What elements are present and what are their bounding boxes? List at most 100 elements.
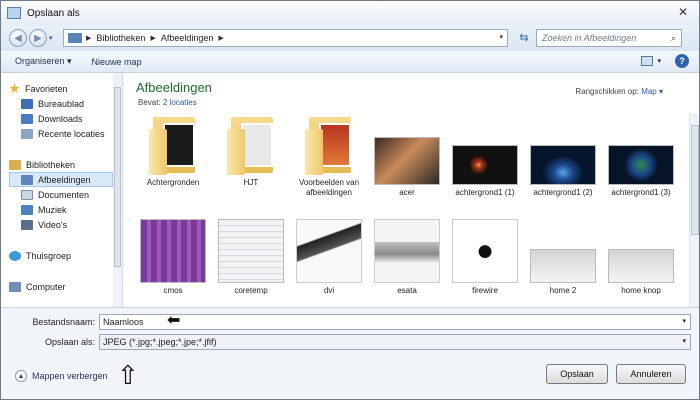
item-label: coretemp — [234, 286, 268, 295]
sidebar-item-bureaublad[interactable]: Bureaublad — [21, 96, 84, 111]
sidebar-item-thuisgroep[interactable]: Thuisgroep — [9, 248, 71, 263]
item-label: esata — [397, 286, 417, 295]
arrange-dropdown[interactable]: Map ▾ — [641, 87, 663, 96]
item-label: dvi — [323, 286, 335, 295]
sidebar-item-computer[interactable]: Computer — [9, 279, 66, 294]
new-folder-button[interactable]: Nieuwe map — [92, 57, 142, 67]
folder-item[interactable]: Voorbeelden van afbeeldingen — [292, 117, 366, 198]
close-icon[interactable]: ✕ — [675, 4, 691, 20]
savetype-select[interactable]: JPEG (*.jpg;*.jpeg;*.jpe;*.jfif) ▾ — [99, 334, 691, 350]
organize-button[interactable]: Organiseren ▾ — [15, 56, 72, 67]
sidebar-item-label: Computer — [26, 281, 66, 292]
window-title: Opslaan als — [27, 7, 80, 19]
sidebar-scrollbar[interactable] — [113, 73, 122, 307]
downloads-icon — [21, 113, 33, 124]
item-label: home knop — [621, 286, 661, 295]
history-dropdown-icon[interactable]: ▾ — [49, 34, 59, 42]
hide-folders-toggle[interactable]: ▲ Mappen verbergen — [15, 370, 108, 382]
image-item[interactable]: acer — [370, 117, 444, 198]
image-item[interactable]: achtergrond1 (3) — [604, 117, 678, 198]
sidebar-item-favorieten[interactable]: Favorieten — [9, 81, 68, 96]
computer-icon — [9, 281, 21, 292]
image-item[interactable]: home knop — [604, 219, 678, 296]
item-label: HJT — [243, 178, 259, 187]
sidebar-item-afbeeldingen[interactable]: Afbeeldingen — [9, 172, 113, 187]
breadcrumb-afbeeldingen[interactable]: Afbeeldingen — [161, 33, 214, 43]
image-item[interactable]: dvi — [292, 219, 366, 296]
scrollbar-thumb[interactable] — [691, 125, 699, 235]
library-folder-icon — [68, 33, 82, 43]
arrange-by: Rangschikken op: Map ▾ — [575, 87, 663, 96]
sidebar-item-muziek[interactable]: Muziek — [21, 202, 67, 217]
chevron-down-icon[interactable]: ▾ — [657, 57, 661, 65]
item-label: acer — [399, 188, 415, 197]
folder-icon — [227, 117, 275, 175]
chevron-right-icon[interactable]: ▶ — [150, 34, 155, 42]
save-as-dialog: Opslaan als ✕ ◀ ▶ ▾ ▶ Bibliotheken ▶ Afb… — [0, 0, 700, 400]
image-thumbnail — [140, 219, 206, 283]
sidebar-item-downloads[interactable]: Downloads — [21, 111, 83, 126]
image-item[interactable]: achtergrond1 (2) — [526, 117, 600, 198]
image-item[interactable]: home 2 — [526, 219, 600, 296]
libraries-icon — [9, 159, 21, 170]
item-label: achtergrond1 (3) — [611, 188, 671, 197]
includes-link[interactable]: 2 locaties — [163, 98, 197, 107]
image-item[interactable]: ● firewire — [448, 219, 522, 296]
chevron-down-icon[interactable]: ▾ — [499, 33, 503, 41]
recent-icon — [21, 128, 33, 139]
chevron-down-icon[interactable]: ▾ — [682, 335, 686, 349]
image-item[interactable]: coretemp — [214, 219, 288, 296]
image-item[interactable]: esata — [370, 219, 444, 296]
chevron-down-icon[interactable]: ▾ — [682, 315, 686, 329]
image-item[interactable]: achtergrond1 (1) — [448, 117, 522, 198]
refresh-icon[interactable]: ⇆ — [514, 29, 534, 47]
sidebar-item-videos[interactable]: Video's — [21, 217, 67, 232]
pictures-icon — [21, 174, 33, 185]
folder-item[interactable]: Achtergronden — [136, 117, 210, 188]
search-input[interactable]: Zoeken in Afbeeldingen ⌕ — [536, 29, 682, 47]
scrollbar-thumb[interactable] — [114, 87, 121, 267]
hide-folders-label: Mappen verbergen — [32, 371, 108, 381]
savetype-label: Opslaan als: — [44, 337, 95, 347]
file-list-scrollbar[interactable] — [689, 113, 699, 307]
command-bar: Organiseren ▾ Nieuwe map ▾ ? — [1, 51, 699, 73]
sidebar-item-documenten[interactable]: Documenten — [21, 187, 89, 202]
chevron-right-icon[interactable]: ▶ — [218, 34, 223, 42]
star-icon — [9, 83, 20, 94]
image-item[interactable]: cmos — [136, 219, 210, 296]
sidebar-item-label: Favorieten — [25, 83, 68, 94]
view-options-icon[interactable] — [641, 56, 654, 66]
folder-item[interactable]: HJT — [214, 117, 288, 188]
arrow-left-icon: ⬅ — [167, 312, 181, 329]
filename-input[interactable]: Naamloos ▾ — [99, 314, 691, 330]
search-icon: ⌕ — [670, 32, 676, 43]
forward-icon[interactable]: ▶ — [29, 29, 47, 47]
cancel-button[interactable]: Annuleren — [616, 364, 686, 384]
desktop-icon — [21, 98, 33, 109]
sidebar-item-bibliotheken[interactable]: Bibliotheken — [9, 157, 75, 172]
sidebar-item-label: Bureaublad — [38, 98, 85, 109]
filename-label: Bestandsnaam: — [32, 317, 95, 327]
sidebar-item-label: Afbeeldingen — [38, 174, 91, 185]
image-thumbnail — [608, 145, 674, 185]
item-label: home 2 — [549, 286, 577, 295]
music-icon — [21, 204, 33, 215]
help-icon[interactable]: ? — [675, 54, 689, 68]
save-button[interactable]: Opslaan — [546, 364, 608, 384]
image-thumbnail — [452, 145, 518, 185]
image-thumbnail — [374, 137, 440, 185]
back-icon[interactable]: ◀ — [9, 29, 27, 47]
includes-label: Bevat: — [138, 98, 161, 107]
sidebar-item-label: Video's — [38, 219, 68, 230]
sidebar-item-label: Documenten — [38, 189, 90, 200]
search-placeholder: Zoeken in Afbeeldingen — [542, 33, 637, 43]
chevron-right-icon[interactable]: ▶ — [86, 34, 91, 42]
library-includes: Bevat: 2 locaties — [138, 98, 197, 107]
breadcrumb-bibliotheken[interactable]: Bibliotheken — [96, 33, 145, 43]
save-form: Bestandsnaam: Naamloos ▾ ⬅ Opslaan als: … — [1, 307, 699, 399]
arrange-label: Rangschikken op: — [575, 87, 639, 96]
address-bar[interactable]: ▶ Bibliotheken ▶ Afbeeldingen ▶ ▾ — [63, 29, 508, 47]
sidebar-item-label: Recente locaties — [38, 128, 105, 139]
sidebar-item-recente-locaties[interactable]: Recente locaties — [21, 126, 105, 141]
sidebar-item-label: Downloads — [38, 113, 83, 124]
